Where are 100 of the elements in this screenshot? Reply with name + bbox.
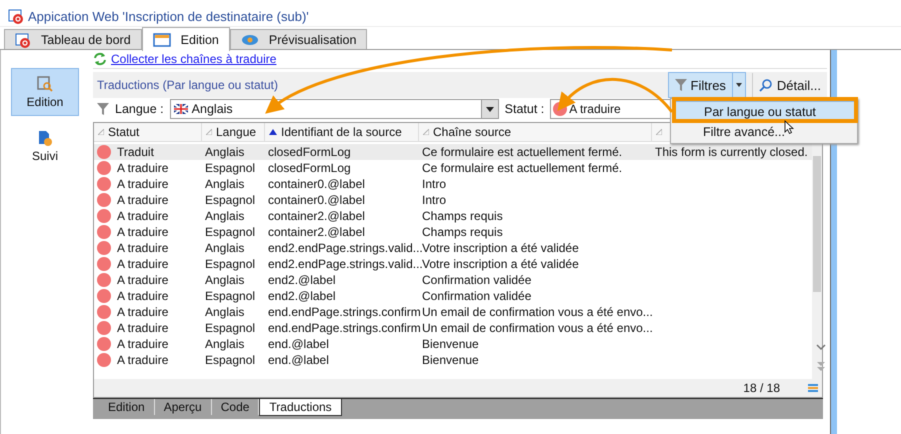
table-cell: Ce formulaire est actuellement fermé. — [422, 161, 622, 175]
status-dot-icon — [97, 177, 111, 191]
table-cell: container0.@label — [268, 193, 365, 207]
table-cell: Anglais — [205, 145, 244, 159]
tab[interactable]: Aperçu — [154, 399, 212, 415]
caret-icon — [486, 106, 494, 112]
language-dropdown[interactable]: Anglais — [170, 99, 499, 119]
table-cell: Espagnol — [205, 161, 256, 175]
document-icon — [37, 129, 53, 147]
table-cell: end2.endPage.strings.valid... — [268, 241, 423, 255]
status-dot-icon — [97, 273, 111, 287]
tab[interactable]: Tableau de bord — [4, 29, 142, 49]
table-cell: Bienvenue — [422, 353, 479, 367]
table-cell: Confirmation validée — [422, 273, 532, 287]
tab[interactable]: Edition — [142, 27, 230, 51]
status-dot-icon — [97, 321, 111, 335]
window-icon — [152, 32, 171, 46]
table-cell: Espagnol — [205, 225, 256, 239]
table-cell: Bienvenue — [422, 337, 479, 351]
table-cell: closedFormLog — [268, 145, 351, 159]
column-header[interactable]: Statut — [94, 123, 202, 141]
table-cell: Intro — [422, 193, 446, 207]
eye-icon — [240, 34, 259, 46]
table-cell: Votre inscription a été validée — [422, 241, 579, 255]
table-cell: container2.@label — [268, 209, 365, 223]
collect-link[interactable]: Collecter les chaînes à traduire — [111, 52, 276, 66]
tab[interactable]: Traductions — [259, 399, 342, 416]
magnifier-icon — [36, 75, 54, 93]
table-cell: A traduire — [117, 241, 168, 255]
status-dot-icon — [97, 305, 111, 319]
status-dot-icon — [553, 102, 568, 116]
table-cell: Anglais — [205, 305, 244, 319]
table-cell: Espagnol — [205, 193, 256, 207]
status-dot-icon — [97, 337, 111, 351]
table-cell: A traduire — [117, 161, 168, 175]
table-cell: A traduire — [117, 177, 168, 191]
table-cell: Traduit — [117, 145, 154, 159]
table-cell: Anglais — [205, 337, 244, 351]
status-dot-icon — [97, 209, 111, 223]
app-icon — [15, 32, 31, 48]
table-cell: Anglais — [205, 177, 244, 191]
double-arrow-down-icon[interactable] — [816, 362, 826, 371]
table-cell: A traduire — [117, 353, 168, 367]
table-cell: Espagnol — [205, 257, 256, 271]
table-cell: A traduire — [117, 225, 168, 239]
table-cell: A traduire — [117, 273, 168, 287]
selected-row[interactable]: Traduit Anglais closedFormLog Ce formulaire est actuellement fermé. This form is currently closed. — [94, 144, 812, 160]
flag-icon — [174, 104, 188, 114]
language-label: Langue : — [115, 102, 164, 116]
table-cell: This form is currently closed. — [655, 145, 808, 159]
search-icon — [758, 78, 772, 92]
tab[interactable]: Edition — [99, 399, 155, 415]
table-cell: end.@label — [268, 353, 329, 367]
menu-item[interactable]: Filtre avancé... — [673, 122, 855, 141]
table-cell: end2.endPage.strings.valid... — [268, 257, 423, 271]
chevron-down-icon[interactable] — [816, 344, 826, 351]
sidebar-item[interactable]: Edition — [11, 68, 79, 116]
table-cell: Espagnol — [205, 353, 256, 367]
status-dot-icon — [97, 193, 111, 207]
table-cell: A traduire — [117, 193, 168, 207]
table-cell: container0.@label — [268, 177, 365, 191]
table-cell: Anglais — [205, 241, 244, 255]
cursor-icon — [784, 120, 794, 134]
table-cell: Intro — [422, 177, 446, 191]
table-cell: Champs requis — [422, 209, 503, 223]
table-cell: Confirmation validée — [422, 289, 532, 303]
table-cell: end.endPage.strings.confirm — [268, 321, 421, 335]
funnel-icon — [97, 102, 109, 116]
table-cell: A traduire — [117, 337, 168, 351]
table-cell: Espagnol — [205, 321, 256, 335]
scrollbar-thumb[interactable] — [813, 156, 821, 292]
table-cell: Anglais — [205, 273, 244, 287]
table-cell: A traduire — [117, 305, 168, 319]
filter-button[interactable]: Filtres — [668, 72, 733, 98]
status-dot-icon — [97, 161, 111, 175]
tab[interactable]: Prévisualisation — [230, 29, 368, 49]
column-header[interactable]: Chaîne source — [419, 123, 652, 141]
status-dot-icon — [97, 353, 111, 367]
table-cell: end2.@label — [268, 289, 336, 303]
table-cell: Votre inscription a été validée — [422, 257, 579, 271]
table-cell: end.endPage.strings.confirm — [268, 305, 421, 319]
table-cell: Anglais — [205, 209, 244, 223]
panel-title: Traductions (Par langue ou statut) — [96, 78, 278, 92]
table-cell: A traduire — [117, 321, 168, 335]
list-icon[interactable] — [808, 383, 818, 393]
row-counter: 18 / 18 — [743, 381, 780, 395]
table-cell: A traduire — [117, 289, 168, 303]
table-cell: Champs requis — [422, 225, 503, 239]
table-cell: end.@label — [268, 337, 329, 351]
table-cell: closedFormLog — [268, 161, 351, 175]
status-dot-icon — [97, 257, 111, 271]
funnel-icon — [674, 78, 687, 92]
status-dot-icon — [97, 225, 111, 239]
detail-button[interactable]: Détail... — [752, 73, 827, 97]
column-header[interactable]: Langue — [202, 123, 265, 141]
sidebar-item[interactable]: Suivi — [11, 122, 79, 170]
column-header[interactable]: Identifiant de la source — [265, 123, 419, 141]
status-dot-icon — [97, 145, 111, 159]
status-dot-icon — [97, 289, 111, 303]
table-cell: A traduire — [117, 257, 168, 271]
